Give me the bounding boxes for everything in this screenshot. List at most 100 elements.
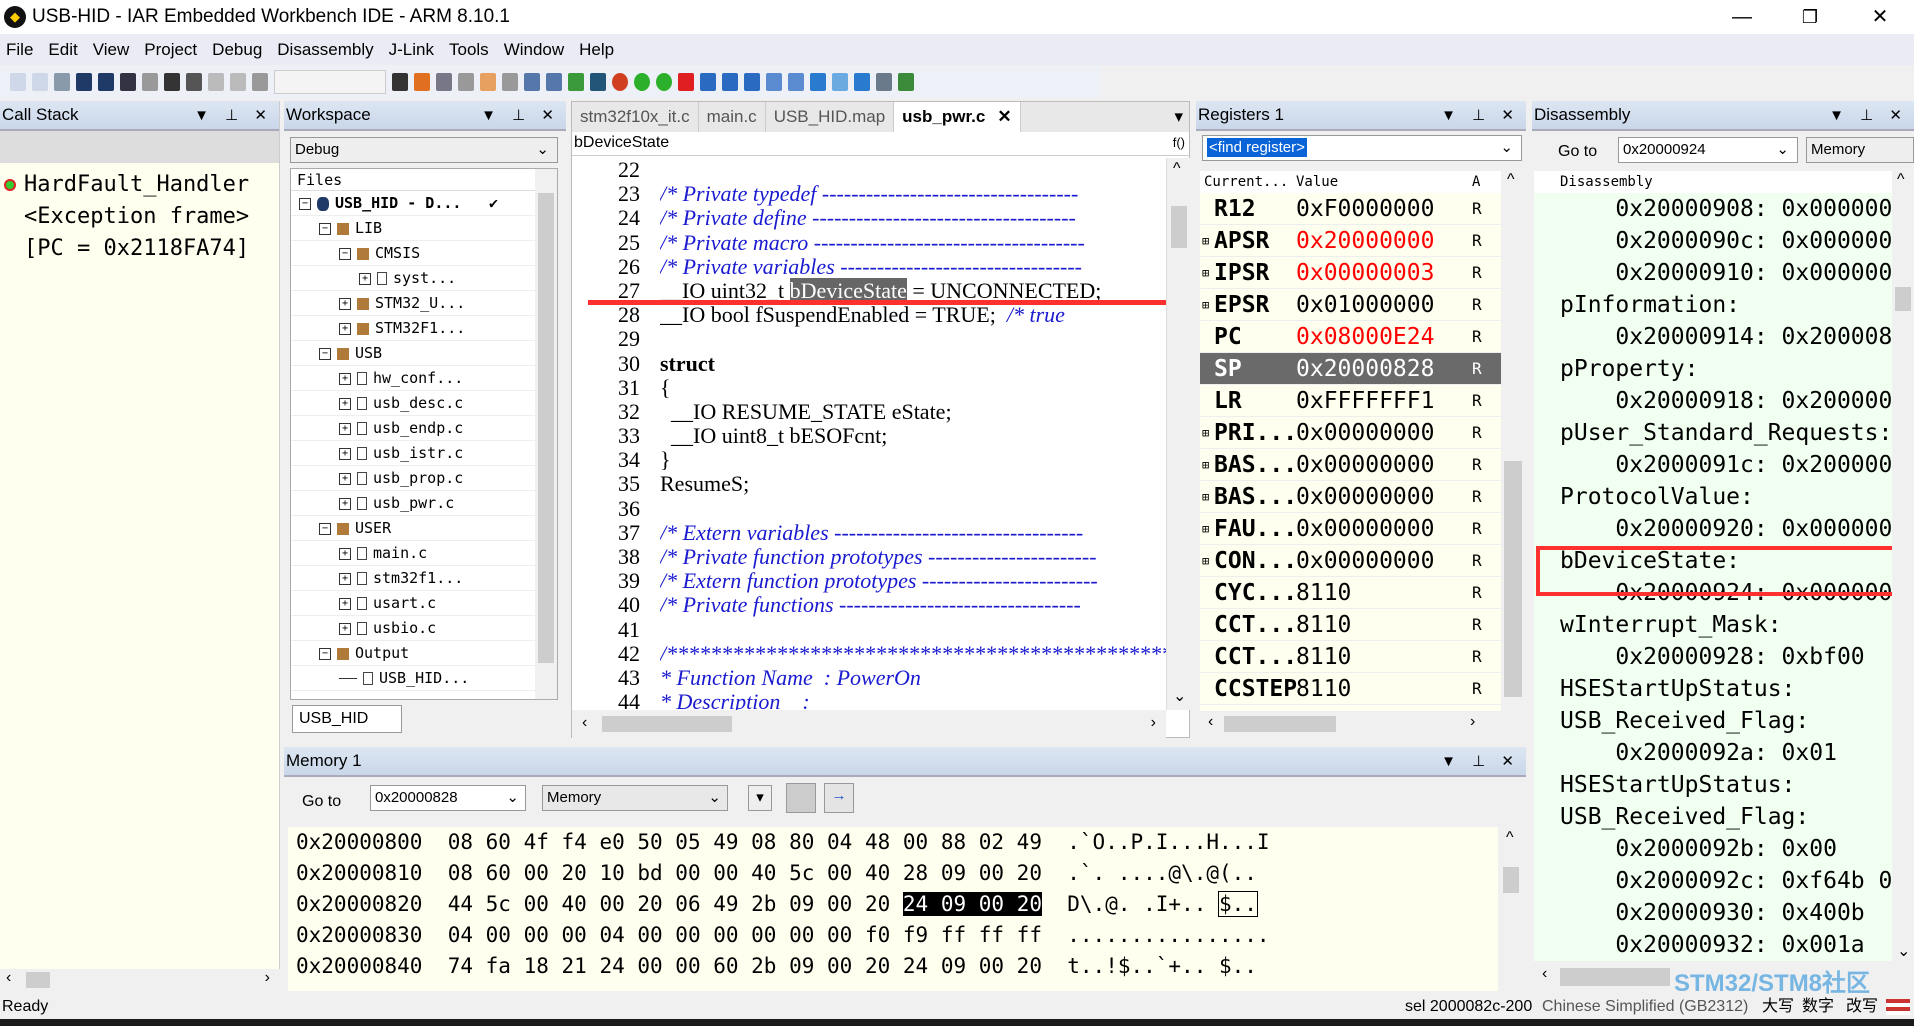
expand-icon[interactable]: − <box>319 347 331 360</box>
expand-icon[interactable]: + <box>339 472 351 485</box>
memory-row[interactable]: 0x20000800 08 60 4f f4 e0 50 05 49 08 80… <box>288 827 1524 858</box>
menu-help[interactable]: Help <box>579 40 614 60</box>
code-line[interactable]: __IO bool fSuspendEnabled = TRUE; /* tru… <box>660 303 1166 327</box>
expand-icon[interactable]: + <box>339 622 351 635</box>
tree-item[interactable]: − USB <box>291 341 537 366</box>
configuration-select[interactable]: Debug ⌄ <box>290 137 558 163</box>
code-line[interactable]: { <box>660 375 1166 400</box>
disassembly-goto-input[interactable]: 0x20000924 ⌄ <box>1618 137 1798 163</box>
register-value[interactable]: 0x00000000 <box>1292 481 1472 512</box>
disassembly-line[interactable]: 0x20000928: 0xbf00 <box>1560 641 1892 673</box>
expand-icon[interactable]: ⊞ <box>1202 289 1209 321</box>
tree-item[interactable]: + usb_endp.c <box>291 416 537 441</box>
disassembly-line[interactable]: 0x20000914: 0x200008f <box>1560 321 1892 353</box>
disassembly-line[interactable]: 0x20000908: 0x000000 <box>1560 193 1892 225</box>
code-line[interactable]: /***************************************… <box>660 641 1166 666</box>
toolbar-button-icon[interactable] <box>876 73 892 91</box>
call-stack-frame[interactable]: HardFault_Handler <box>4 169 279 201</box>
disassembly-line[interactable]: USB_Received_Flag: <box>1560 705 1892 737</box>
tree-item[interactable]: + syst... <box>291 266 537 291</box>
workspace-tab-usb-hid[interactable]: USB_HID <box>292 705 402 733</box>
disassembly-view[interactable]: Disassembly 0x20000908: 0x000000 0x20000… <box>1534 171 1914 961</box>
code-line[interactable]: /* Extern variables --------------------… <box>660 520 1166 545</box>
code-line[interactable] <box>660 158 1166 182</box>
memory-view[interactable]: 0x20000800 08 60 4f f4 e0 50 05 49 08 80… <box>288 827 1524 991</box>
code-line[interactable] <box>660 327 1166 351</box>
memory-row[interactable]: 0x20000830 04 00 00 00 04 00 00 00 00 00… <box>288 920 1524 951</box>
register-row[interactable]: ⊞ EPSR 0x01000000 R <box>1200 289 1525 321</box>
tab-main-c[interactable]: main.c <box>699 102 766 132</box>
panel-controls[interactable]: ▼ ⊥ ✕ <box>481 106 560 124</box>
toolbar-button-icon[interactable] <box>722 73 738 91</box>
memory-goto-input[interactable]: 0x20000828 ⌄ <box>370 785 526 811</box>
disassembly-line[interactable]: HSEStartUpStatus: <box>1560 769 1892 801</box>
code-line[interactable]: /* Private variables -------------------… <box>660 254 1166 279</box>
disassembly-line[interactable]: pProperty: <box>1560 353 1892 385</box>
memory-row[interactable]: 0x20000820 44 5c 00 40 00 20 06 49 2b 09… <box>288 889 1524 920</box>
register-row[interactable]: LR 0xFFFFFFF1 R <box>1200 385 1525 417</box>
register-value[interactable]: 0x00000000 <box>1292 449 1472 480</box>
tab-usb-hid-map[interactable]: USB_HID.map <box>766 102 895 132</box>
minimize-button[interactable]: — <box>1712 0 1772 34</box>
code-line[interactable]: } <box>660 448 1166 472</box>
disassembly-line[interactable]: 0x2000092a: 0x01 <box>1560 737 1892 769</box>
expand-icon[interactable]: + <box>339 597 351 610</box>
toolbar-button-icon[interactable] <box>524 73 540 91</box>
register-row[interactable]: CCT... 8110 R <box>1200 609 1525 641</box>
tree-item[interactable]: + usart.c <box>291 591 537 616</box>
tree-item[interactable]: + stm32f1... <box>291 566 537 591</box>
register-row[interactable]: ⊞ PRI... 0x00000000 R <box>1200 417 1525 449</box>
tabs-dropdown-icon[interactable]: ▾ <box>1174 102 1183 132</box>
toolbar-button-icon[interactable] <box>230 73 246 91</box>
memory-hex-selected[interactable]: 24 09 00 20 <box>902 892 1042 916</box>
expand-icon[interactable]: − <box>299 197 311 210</box>
toolbar-button-icon[interactable] <box>700 73 716 91</box>
tree-item[interactable]: + hw_conf... <box>291 366 537 391</box>
register-row[interactable]: ⊞ FAU... 0x00000000 R <box>1200 513 1525 545</box>
register-row[interactable]: SP 0x20000828 R <box>1200 353 1525 385</box>
code-line[interactable]: struct <box>660 351 1166 376</box>
register-value[interactable]: 8110 <box>1292 673 1472 704</box>
tree-vscrollbar[interactable] <box>535 169 557 699</box>
tree-item[interactable]: − USER <box>291 516 537 541</box>
expand-icon[interactable]: + <box>339 547 351 560</box>
tree-item[interactable]: − Output <box>291 641 537 666</box>
code-line[interactable] <box>660 497 1166 521</box>
close-button[interactable]: ✕ <box>1850 0 1910 34</box>
toolbar-button-icon[interactable] <box>142 73 158 91</box>
register-value[interactable]: 8110 <box>1292 577 1472 608</box>
code-line[interactable]: /* Private define ----------------------… <box>660 206 1166 230</box>
expand-icon[interactable]: + <box>339 497 351 510</box>
memory-goto-icon[interactable]: → <box>824 783 854 813</box>
toolbar-button-icon[interactable] <box>208 73 224 91</box>
toolbar-button-icon[interactable] <box>568 73 584 91</box>
toolbar-button-icon[interactable] <box>186 73 202 91</box>
disassembly-line[interactable]: 0x20000932: 0x001a <box>1560 929 1892 961</box>
toolbar-button-icon[interactable] <box>810 73 826 91</box>
toolbar-button-icon[interactable] <box>854 73 870 91</box>
expand-icon[interactable]: ⊞ <box>1202 225 1209 257</box>
disassembly-memory-select[interactable]: Memory <box>1806 137 1914 163</box>
disassembly-line[interactable]: ProtocolValue: <box>1560 481 1892 513</box>
menu-disassembly[interactable]: Disassembly <box>277 40 373 60</box>
code-line[interactable]: * Function Name : PowerOn <box>660 665 1166 690</box>
toolbar-button-icon[interactable] <box>656 73 672 91</box>
expand-icon[interactable]: + <box>359 272 371 285</box>
code-line[interactable]: __IO RESUME_STATE eState; <box>660 399 1166 424</box>
register-value[interactable]: 0xF0000000 <box>1292 193 1472 224</box>
toolbar-button-icon[interactable] <box>612 73 628 91</box>
expand-icon[interactable]: + <box>339 572 351 585</box>
register-value[interactable]: 0x20000828 <box>1292 353 1472 384</box>
toolbar-button-icon[interactable] <box>744 73 760 91</box>
disassembly-line[interactable]: 0x20000930: 0x400b <box>1560 897 1892 929</box>
column-current[interactable]: Current... <box>1200 171 1292 193</box>
register-row[interactable]: ⊞ BAS... 0x00000000 R <box>1200 481 1525 513</box>
register-value[interactable]: 8110 <box>1292 641 1472 672</box>
code-line[interactable]: /* Private functions -------------------… <box>660 593 1166 617</box>
tree-item[interactable]: − CMSIS <box>291 241 537 266</box>
toolbar-button-icon[interactable] <box>766 73 782 91</box>
tree-item[interactable]: + usb_pwr.c <box>291 491 537 516</box>
tab-stm32f10x-it-c[interactable]: stm32f10x_it.c <box>572 102 699 132</box>
toolbar-button-icon[interactable] <box>678 73 694 91</box>
tree-item[interactable]: + main.c <box>291 541 537 566</box>
